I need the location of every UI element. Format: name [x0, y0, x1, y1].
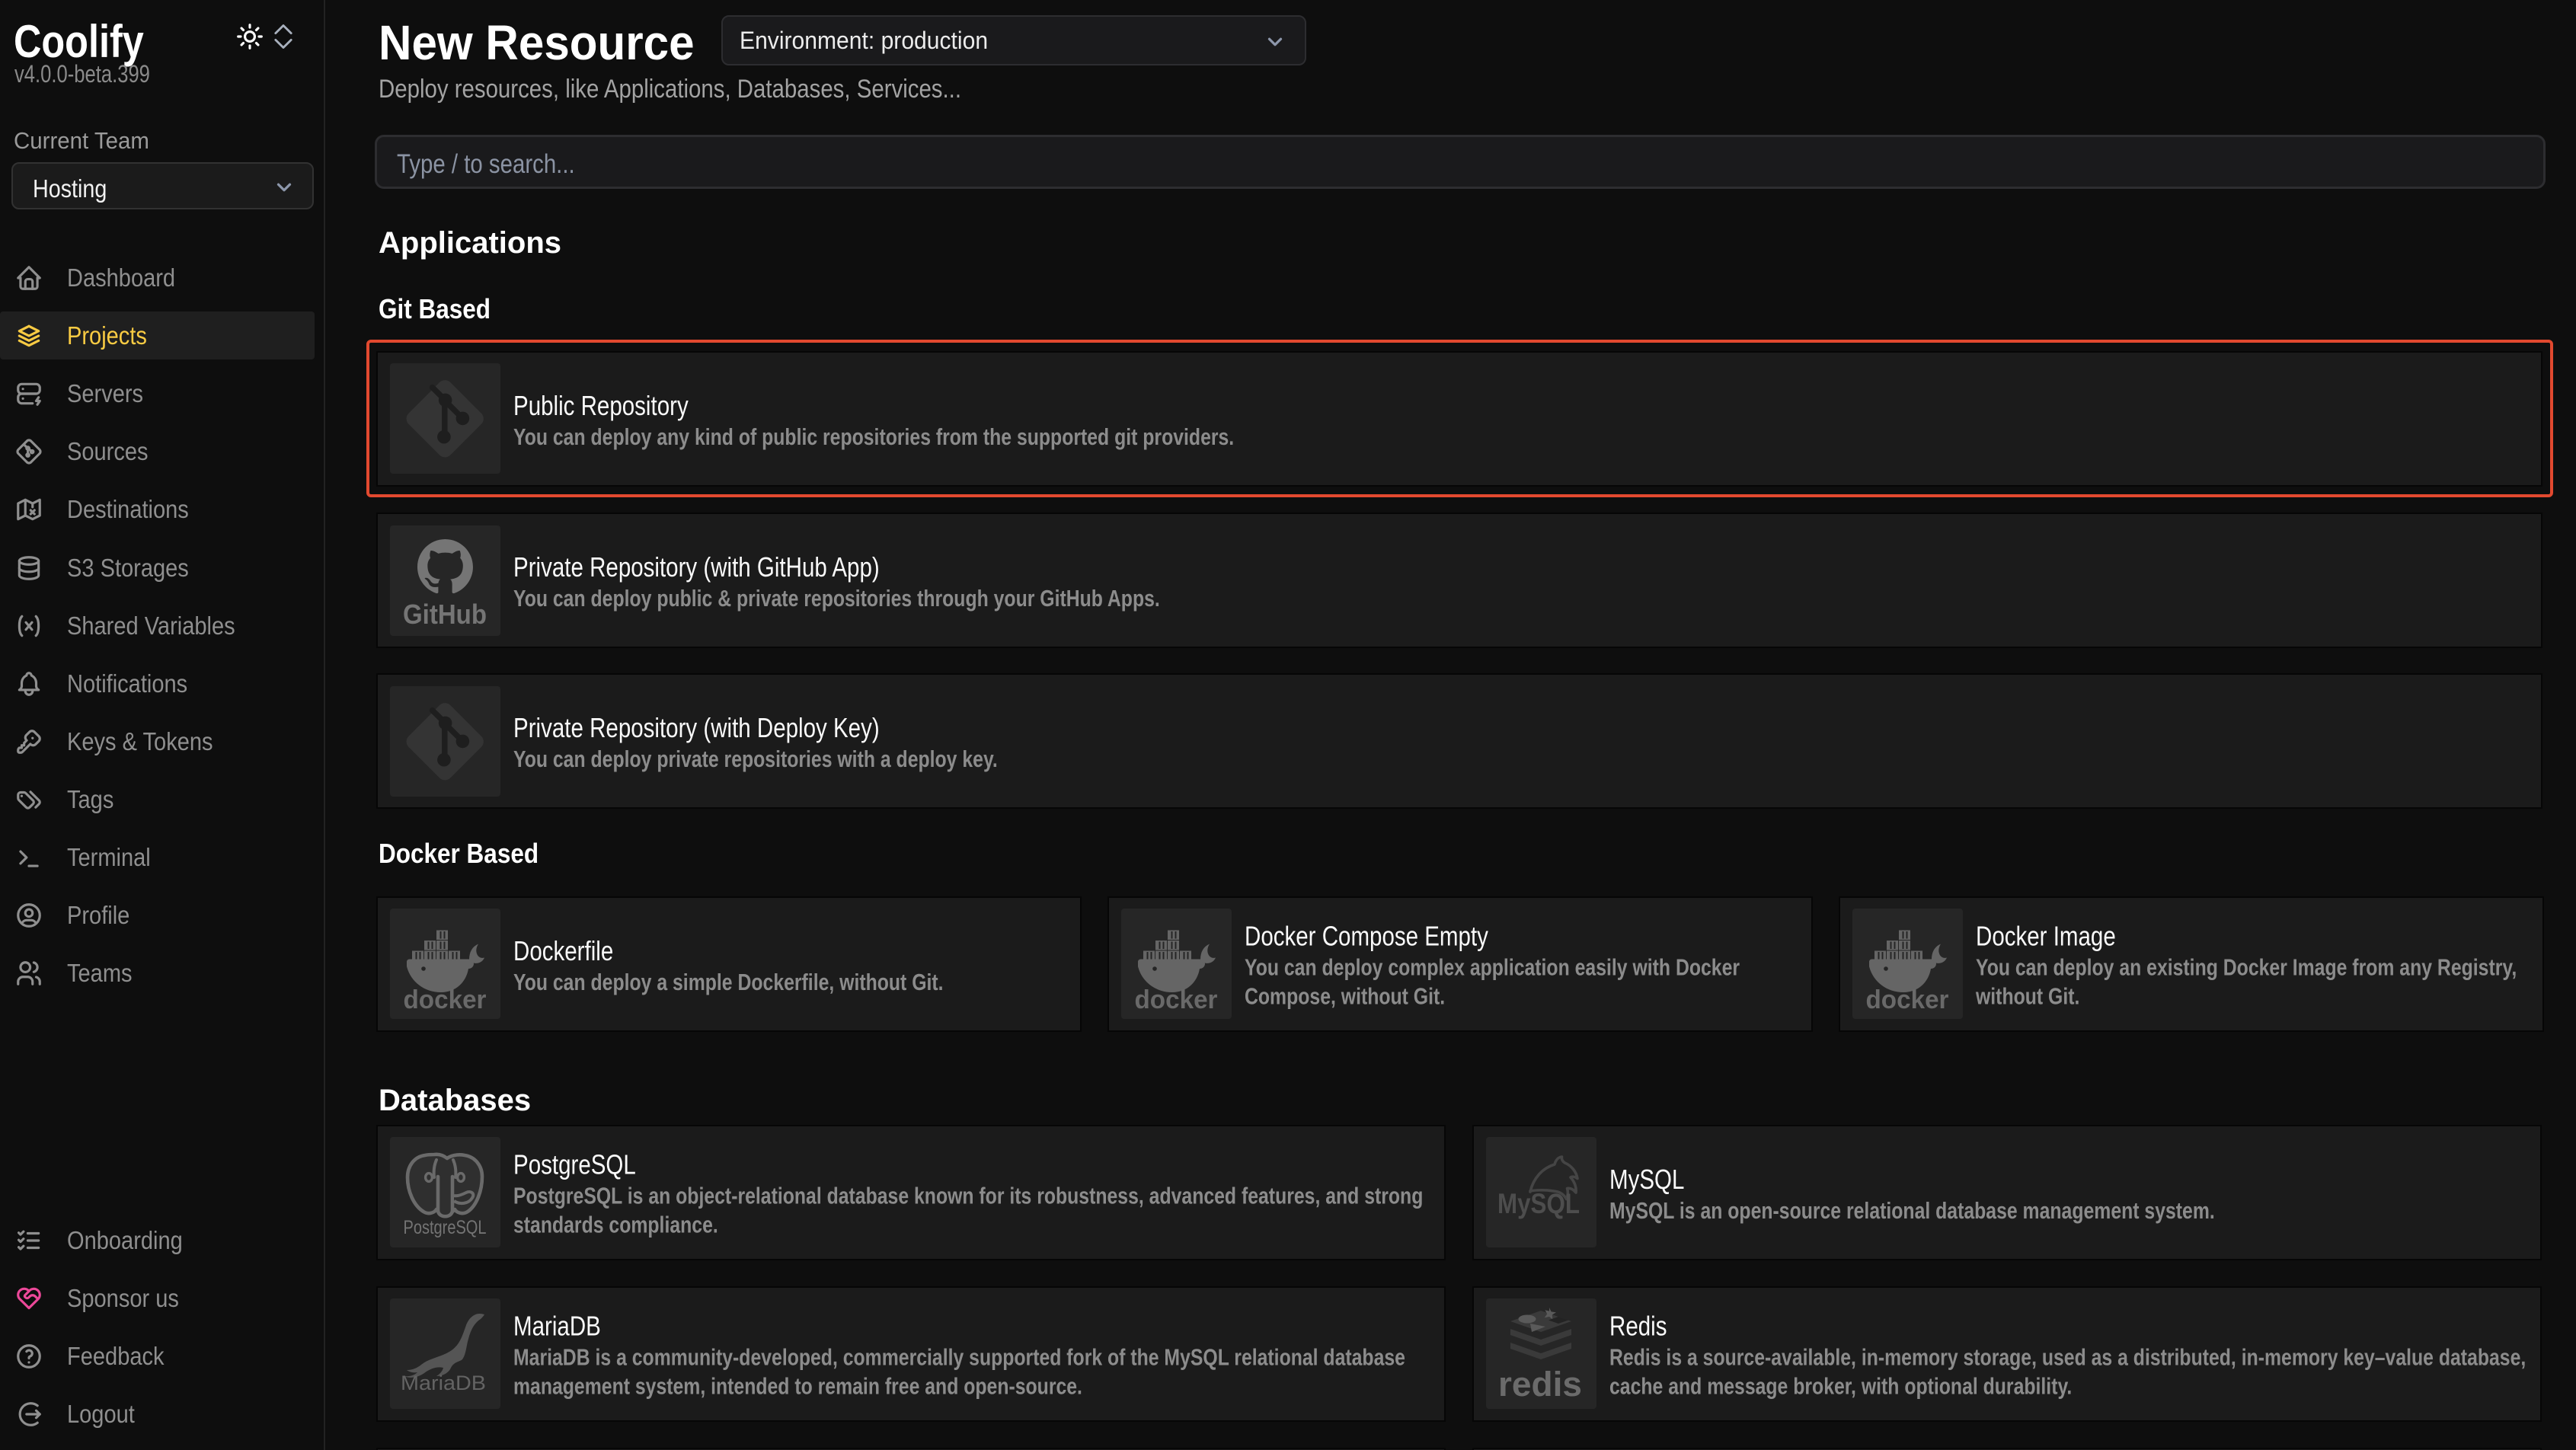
svg-text:docker: docker	[404, 985, 487, 1014]
svg-text:PostgreSQL: PostgreSQL	[404, 1217, 487, 1238]
svg-text:docker: docker	[1135, 985, 1218, 1014]
svg-text:docker: docker	[1866, 985, 1949, 1014]
svg-text:GitHub: GitHub	[403, 599, 487, 630]
svg-text:MariaDB: MariaDB	[401, 1372, 486, 1394]
svg-text:MySQL: MySQL	[1497, 1188, 1580, 1219]
svg-text:redis: redis	[1498, 1365, 1582, 1404]
